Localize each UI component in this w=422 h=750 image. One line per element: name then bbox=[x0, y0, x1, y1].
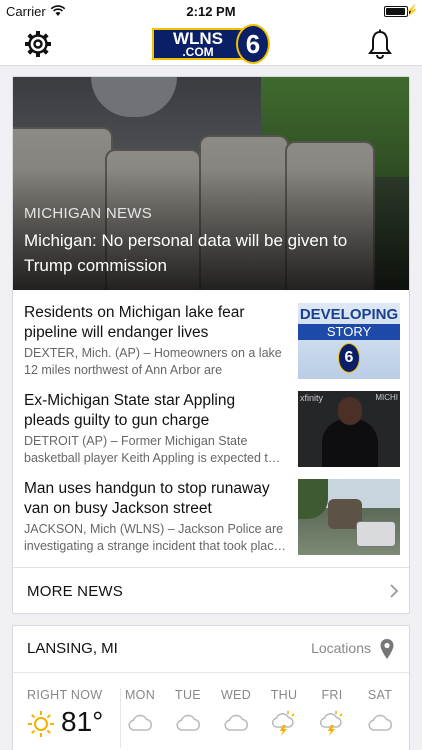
thumbnail-face bbox=[338, 397, 362, 425]
sun-icon bbox=[28, 711, 54, 737]
more-news-button[interactable]: MORE NEWS bbox=[13, 567, 409, 613]
forecast-day-label: TUE bbox=[175, 688, 201, 702]
hero-story[interactable]: MICHIGAN NEWS Michigan: No personal data… bbox=[13, 77, 409, 290]
thumbnail-tree bbox=[298, 479, 328, 519]
logo-wordmark: WLNS .COM bbox=[152, 28, 244, 60]
story-item[interactable]: Residents on Michigan lake fear pipeline… bbox=[13, 303, 409, 391]
story-title: Ex-Michigan State star Appling pleads gu… bbox=[24, 392, 236, 429]
cloud-icon bbox=[176, 714, 201, 731]
thunderstorm-icon bbox=[319, 711, 343, 736]
more-news-label: MORE NEWS bbox=[27, 583, 123, 600]
story-item[interactable]: Man uses handgun to stop runaway van on … bbox=[13, 479, 409, 567]
forecast-day: SAT bbox=[357, 688, 403, 736]
thumbnail-logo: 6 bbox=[338, 343, 360, 373]
cloud-icon bbox=[224, 714, 249, 731]
hero-headline: Michigan: No personal data will be given… bbox=[24, 231, 348, 275]
clock: 2:12 PM bbox=[186, 4, 236, 19]
forecast-day-label: SAT bbox=[367, 688, 393, 702]
bell-icon[interactable] bbox=[366, 28, 394, 60]
wlns-logo: WLNS .COM 6 bbox=[152, 24, 270, 64]
thumbnail-person bbox=[322, 419, 378, 467]
cloud-icon bbox=[128, 714, 153, 731]
gear-icon[interactable] bbox=[22, 28, 54, 60]
forecast-day: FRI bbox=[309, 688, 355, 736]
forecast-day-label: FRI bbox=[321, 688, 343, 702]
forecast-day: THU bbox=[261, 688, 307, 736]
chevron-right-icon bbox=[390, 584, 399, 598]
current-temperature: 81° bbox=[61, 706, 104, 737]
thumbnail-van bbox=[356, 521, 396, 547]
thumbnail-caption: DEVELOPING bbox=[299, 306, 399, 323]
forecast-day-label: MON bbox=[124, 688, 156, 702]
story-summary: DETROIT (AP) – Former Michigan State bas… bbox=[24, 434, 281, 465]
charging-icon: ⚡ bbox=[405, 5, 419, 17]
status-bar: Carrier 2:12 PM ⚡ bbox=[0, 0, 422, 22]
cloud-icon bbox=[368, 714, 393, 731]
thumbnail-caption: xfinity bbox=[300, 393, 324, 403]
locations-link[interactable]: Locations bbox=[311, 640, 371, 656]
thumbnail-caption: MICHI bbox=[375, 393, 398, 402]
app-header: WLNS .COM 6 bbox=[0, 22, 422, 66]
weather-divider bbox=[13, 672, 409, 673]
forecast-day-label: WED bbox=[220, 688, 252, 702]
weather-city: LANSING, MI bbox=[27, 640, 118, 657]
logo-bottom-text: .COM bbox=[182, 45, 214, 59]
story-title: Residents on Michigan lake fear pipeline… bbox=[24, 304, 245, 341]
news-card: MICHIGAN NEWS Michigan: No personal data… bbox=[12, 76, 410, 614]
forecast-day: TUE bbox=[165, 688, 211, 736]
story-thumbnail: DEVELOPING STORY 6 bbox=[298, 303, 400, 379]
thumbnail-caption: STORY bbox=[298, 324, 400, 340]
forecast-day: MON bbox=[117, 688, 163, 736]
weather-card: LANSING, MI Locations RIGHT NOW 81° MON … bbox=[12, 625, 410, 750]
forecast-day-label: THU bbox=[270, 688, 298, 702]
story-thumbnail bbox=[298, 479, 400, 555]
story-item[interactable]: Ex-Michigan State star Appling pleads gu… bbox=[13, 391, 409, 479]
logo-number: 6 bbox=[236, 24, 270, 64]
thunderstorm-icon bbox=[271, 711, 295, 736]
story-thumbnail: xfinity MICHI bbox=[298, 391, 400, 467]
location-pin-icon[interactable] bbox=[379, 638, 395, 660]
story-summary: DEXTER, Mich. (AP) – Homeowners on a lak… bbox=[24, 346, 282, 377]
story-title: Man uses handgun to stop runaway van on … bbox=[24, 480, 270, 517]
hero-category: MICHIGAN NEWS bbox=[24, 205, 153, 222]
now-label: RIGHT NOW bbox=[27, 688, 103, 702]
story-summary: JACKSON, Mich (WLNS) – Jackson Police ar… bbox=[24, 522, 286, 553]
forecast-day: WED bbox=[213, 688, 259, 736]
logo-top-text: WLNS bbox=[172, 29, 224, 48]
